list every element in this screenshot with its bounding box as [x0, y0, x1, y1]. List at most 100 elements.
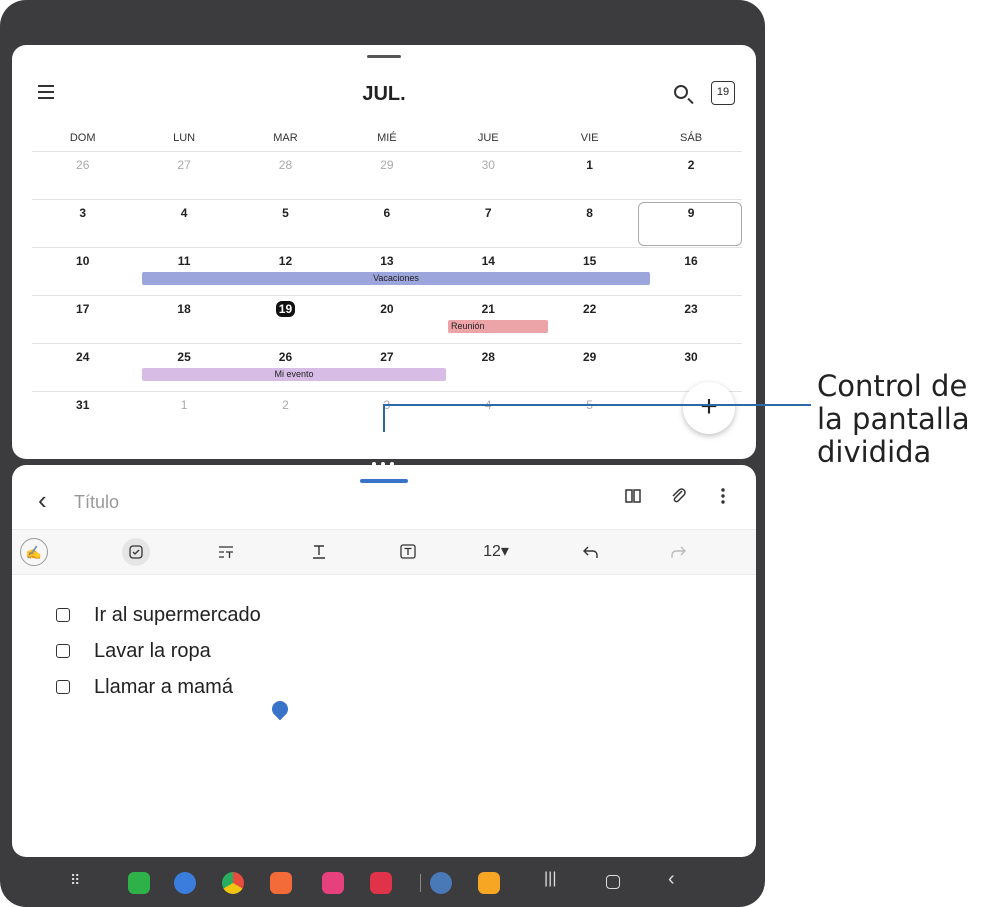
today-icon[interactable]: 19	[711, 81, 735, 105]
text-style-icon[interactable]	[212, 538, 240, 566]
device-screen: JUL. 19 DOM LUN MAR MIÉ JUE VIE SÁB 26 2…	[12, 12, 756, 905]
day-cell[interactable]: 1	[133, 392, 234, 439]
day-cell[interactable]: 30	[438, 152, 539, 199]
book-icon[interactable]	[624, 487, 642, 510]
day-cell[interactable]: 18	[133, 296, 234, 343]
event-reunion[interactable]: Reunión	[448, 320, 548, 333]
more-options-icon[interactable]	[720, 487, 726, 510]
today-number: 19	[275, 301, 296, 317]
formatting-toolbar: ✍ 12▾	[12, 529, 756, 575]
checklist-item-text[interactable]: Llamar a mamá	[94, 676, 233, 699]
taskbar: ⠿ ||| ‹	[12, 862, 756, 905]
day-cell[interactable]: 1	[539, 152, 640, 199]
checklist-icon[interactable]	[122, 538, 150, 566]
calendar-grid: 26 27 28 29 30 1 2 3 4 5 6 7 8 9 10 11 1…	[32, 151, 742, 439]
event-mi-evento[interactable]: Mi evento	[142, 368, 446, 381]
selected-day-outline	[638, 202, 742, 246]
device-frame: JUL. 19 DOM LUN MAR MIÉ JUE VIE SÁB 26 2…	[0, 0, 765, 907]
pen-mode-icon[interactable]: ✍	[20, 538, 48, 566]
day-cell[interactable]: 17	[32, 296, 133, 343]
day-cell[interactable]: 24	[32, 344, 133, 391]
text-box-icon[interactable]	[394, 538, 422, 566]
day-cell[interactable]: 2	[640, 152, 741, 199]
checkbox[interactable]	[56, 608, 70, 622]
attachment-icon[interactable]	[670, 487, 688, 510]
split-screen-callout: Control de la pantalla dividida	[817, 370, 970, 469]
notes-pane: ‹ ✍	[12, 465, 756, 857]
day-cell[interactable]: 5	[235, 200, 336, 247]
checkbox[interactable]	[56, 680, 70, 694]
weekday-label: JUE	[477, 132, 499, 144]
day-cell[interactable]: 22	[539, 296, 640, 343]
checklist-item-text[interactable]: Ir al supermercado	[94, 604, 261, 627]
event-vacaciones[interactable]: Vacaciones	[142, 272, 650, 285]
checklist-item: Lavar la ropa	[56, 633, 261, 669]
day-cell[interactable]: 4	[438, 392, 539, 439]
day-cell[interactable]: 7	[438, 200, 539, 247]
search-icon[interactable]	[674, 85, 688, 99]
apps-grid-icon[interactable]: ⠿	[70, 872, 81, 889]
day-cell[interactable]: 3	[32, 200, 133, 247]
text-cursor-handle[interactable]	[268, 697, 292, 721]
font-size-selector[interactable]: 12▾	[478, 538, 514, 566]
weekday-label: LUN	[173, 132, 196, 144]
weekday-label: MAR	[273, 132, 298, 144]
day-cell[interactable]: 5	[539, 392, 640, 439]
week-row: 3 4 5 6 7 8 9	[32, 199, 742, 247]
day-cell[interactable]: 6	[336, 200, 437, 247]
day-cell[interactable]: 27	[133, 152, 234, 199]
callout-text: dividida	[817, 435, 932, 469]
checklist-item-text[interactable]: Lavar la ropa	[94, 640, 211, 663]
day-cell[interactable]: 8	[539, 200, 640, 247]
back-arrow-icon[interactable]: ‹	[38, 487, 47, 513]
month-title[interactable]: JUL.	[12, 83, 756, 106]
day-cell[interactable]: 16	[640, 248, 741, 295]
back-nav-icon[interactable]: ‹	[668, 868, 675, 891]
day-cell[interactable]: 26	[32, 152, 133, 199]
day-cell[interactable]: 23	[640, 296, 741, 343]
day-cell[interactable]: 3	[336, 392, 437, 439]
day-cell[interactable]: 30	[640, 344, 741, 391]
settings-app-icon[interactable]	[430, 872, 452, 894]
dock-separator	[420, 874, 421, 892]
chrome-app-icon[interactable]	[222, 872, 244, 894]
checkbox[interactable]	[56, 644, 70, 658]
day-cell[interactable]: 10	[32, 248, 133, 295]
weekday-label: SÁB	[680, 132, 703, 144]
callout-line	[383, 404, 385, 432]
day-cell[interactable]: 4	[133, 200, 234, 247]
weekday-label: MIÉ	[377, 132, 397, 144]
day-cell[interactable]: 28	[235, 152, 336, 199]
checklist: Ir al supermercado Lavar la ropa Llamar …	[56, 597, 261, 705]
title-input[interactable]	[72, 491, 476, 514]
camera-app-icon[interactable]	[370, 872, 392, 894]
undo-icon[interactable]	[577, 538, 605, 566]
add-event-button[interactable]: +	[683, 382, 735, 434]
week-row: 17 18 19 20 21 22 23 Reunión	[32, 295, 742, 343]
day-cell[interactable]: 29	[336, 152, 437, 199]
week-row: 24 25 26 27 28 29 30 Mi evento	[32, 343, 742, 391]
underline-text-icon[interactable]	[305, 538, 333, 566]
day-cell[interactable]: 2	[235, 392, 336, 439]
day-cell-today[interactable]: 19	[235, 296, 336, 343]
day-cell[interactable]: 29	[539, 344, 640, 391]
weekday-header: DOM LUN MAR MIÉ JUE VIE SÁB	[32, 132, 742, 150]
files-app-icon[interactable]	[478, 872, 500, 894]
notes-pane-handle[interactable]	[360, 479, 408, 483]
checklist-item: Ir al supermercado	[56, 597, 261, 633]
redo-icon[interactable]	[664, 538, 692, 566]
phone-app-icon[interactable]	[128, 872, 150, 894]
recent-apps-icon[interactable]: |||	[544, 870, 556, 888]
messages-app-icon[interactable]	[174, 872, 196, 894]
day-cell[interactable]: 28	[438, 344, 539, 391]
gallery-app-icon[interactable]	[322, 872, 344, 894]
weekday-label: DOM	[69, 132, 96, 144]
notes-app-icon[interactable]	[270, 872, 292, 894]
home-icon[interactable]	[606, 875, 620, 889]
callout-text: la pantalla	[817, 402, 970, 436]
callout-text: Control de	[817, 369, 968, 403]
week-row: 26 27 28 29 30 1 2	[32, 151, 742, 199]
calendar-pane-handle[interactable]	[367, 55, 401, 58]
day-cell[interactable]: 20	[336, 296, 437, 343]
day-cell[interactable]: 31	[32, 392, 133, 439]
